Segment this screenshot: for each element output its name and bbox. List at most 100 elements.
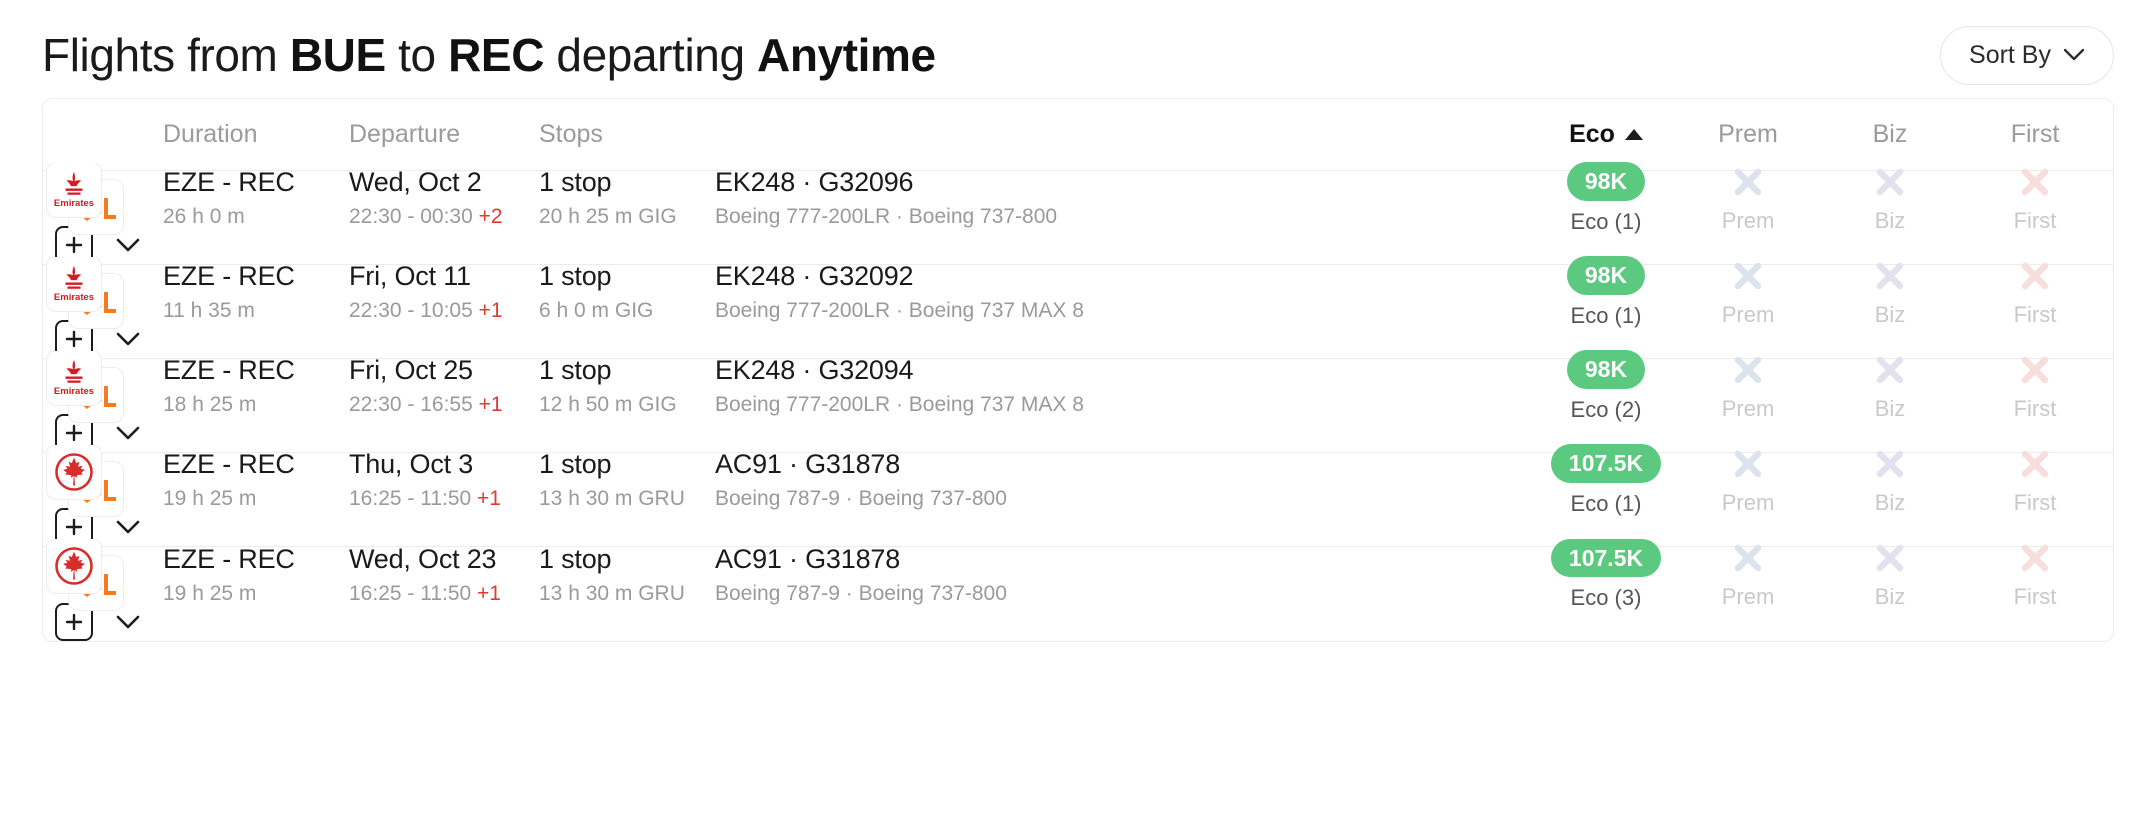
chevron-down-icon[interactable] [115,237,141,253]
aircraft-types: Boeing 777-200LR · Boeing 737 MAX 8 [715,393,1084,417]
aircraft-types: Boeing 787-9 · Boeing 737-800 [715,581,1007,605]
layover-info: 6 h 0 m GIG [539,299,654,323]
aircraft-types: Boeing 777-200LR · Boeing 737 MAX 8 [715,299,1084,323]
unavailable-x-icon [1681,446,1815,482]
biz-fare-cell: Biz [1823,164,1965,234]
chevron-down-icon[interactable] [115,331,141,347]
aircraft-types: Boeing 787-9 · Boeing 737-800 [715,487,1007,511]
flight-details-cell: AC91 · G31878 Boeing 787-9 · Boeing 737-… [715,449,1130,511]
table-row[interactable]: EZE - REC 19 h 25 m Thu, Oct 3 16:25 - 1… [43,444,2113,547]
biz-cabin-label: Biz [1874,489,1906,515]
air-canada-logo [47,539,101,593]
eco-price-badge[interactable]: 107.5K [1550,538,1662,578]
unavailable-x-icon [1681,352,1815,388]
eco-cabin-label: Eco (1) [1570,208,1642,234]
flight-numbers: AC91 · G31878 [715,543,901,574]
first-cabin-label: First [2013,301,2057,327]
page-title-suffix: departing [544,29,758,81]
eco-price-badge[interactable]: 107.5K [1550,444,1662,483]
column-header-biz[interactable]: Biz [1823,120,1965,149]
table-row[interactable]: Emirates EZE - REC 18 h 25 m Fri, Oct 25… [43,350,2113,453]
first-fare-cell: First [1965,446,2113,516]
table-row[interactable]: Emirates EZE - REC 26 h 0 m Wed, Oct 2 2… [43,162,2113,265]
column-header-departure[interactable]: Departure [349,120,539,149]
prem-fare-cell: Prem [1681,540,1823,610]
page-title-origin: BUE [289,29,386,81]
departure-times: 16:25 - 11:50 +1 [349,582,531,606]
departure-plus-days: +2 [478,205,503,229]
biz-fare-cell: Biz [1823,446,1965,516]
air-canada-logo [47,444,101,499]
unavailable-x-icon [1965,164,2105,200]
stops-cell: 1 stop 6 h 0 m GIG [539,261,715,323]
biz-cabin-label: Biz [1874,301,1906,327]
airline-logos: Emirates [43,350,163,423]
prem-cabin-label: Prem [1721,489,1775,515]
departure-times: 22:30 - 00:30 +2 [349,205,531,229]
layover-info: 12 h 50 m GIG [539,393,677,417]
page-title-when: Anytime [757,29,936,81]
eco-price-badge[interactable]: 98K [1566,256,1646,295]
eco-fare-cell[interactable]: 107.5K Eco (3) [1539,538,1681,612]
route-label: EZE - REC [163,167,295,198]
airline-logos: Emirates [43,256,163,329]
unavailable-x-icon [1823,540,1957,576]
eco-price-badge[interactable]: 98K [1566,350,1646,389]
aircraft-types: Boeing 777-200LR · Boeing 737-800 [715,205,1058,229]
departure-plus-days: +1 [477,487,501,511]
unavailable-x-icon [1965,540,2105,576]
unavailable-x-icon [1681,258,1815,294]
departure-time-range: 16:25 - 11:50 [349,581,478,605]
column-header-stops[interactable]: Stops [539,120,715,149]
chevron-down-icon[interactable] [115,519,141,535]
unavailable-x-icon [1823,446,1957,482]
route-duration-cell: EZE - REC 18 h 25 m [163,355,349,417]
eco-fare-cell[interactable]: 98K Eco (1) [1539,162,1681,235]
biz-fare-cell: Biz [1823,258,1965,328]
column-header-prem[interactable]: Prem [1681,120,1823,149]
eco-cabin-label: Eco (1) [1570,302,1642,328]
eco-fare-cell[interactable]: 98K Eco (2) [1539,350,1681,423]
eco-fare-cell[interactable]: 98K Eco (1) [1539,256,1681,329]
eco-price-badge[interactable]: 98K [1566,162,1646,201]
column-header-eco[interactable]: Eco [1539,120,1681,149]
stops-count: 1 stop [539,543,612,574]
first-fare-cell: First [1965,258,2113,328]
stops-count: 1 stop [539,167,612,198]
first-fare-cell: First [1965,540,2113,610]
table-row[interactable]: Emirates EZE - REC 11 h 35 m Fri, Oct 11… [43,256,2113,359]
departure-date: Wed, Oct 23 [349,543,497,574]
prem-fare-cell: Prem [1681,258,1823,328]
chevron-down-icon[interactable] [115,425,141,441]
unavailable-x-icon [1681,164,1815,200]
duration-label: 19 h 25 m [163,581,257,605]
biz-cabin-label: Biz [1874,207,1906,233]
unavailable-x-icon [1965,352,2105,388]
unavailable-x-icon [1965,258,2105,294]
eco-fare-cell[interactable]: 107.5K Eco (1) [1539,444,1681,517]
chevron-down-icon[interactable] [115,614,141,630]
flight-details-cell: EK248 · G32096 Boeing 777-200LR · Boeing… [715,167,1130,229]
table-row[interactable]: EZE - REC 19 h 25 m Wed, Oct 23 16:25 - … [43,538,2113,641]
unavailable-x-icon [1681,540,1815,576]
departure-cell: Wed, Oct 2 22:30 - 00:30 +2 [349,167,539,229]
flight-details-cell: AC91 · G31878 Boeing 787-9 · Boeing 737-… [715,544,1130,606]
prem-fare-cell: Prem [1681,446,1823,516]
stops-count: 1 stop [539,449,612,480]
first-cabin-label: First [2013,207,2057,233]
stops-cell: 1 stop 13 h 30 m GRU [539,544,715,606]
column-header-first[interactable]: First [1965,120,2113,149]
page-title-prefix: Flights from [42,29,290,81]
route-duration-cell: EZE - REC 19 h 25 m [163,449,349,511]
unavailable-x-icon [1965,446,2105,482]
page-title-destination: REC [448,29,545,81]
column-header-eco-label: Eco [1569,120,1615,148]
column-header-duration[interactable]: Duration [163,120,349,149]
duration-label: 19 h 25 m [163,487,257,511]
duration-label: 26 h 0 m [163,205,245,229]
prem-cabin-label: Prem [1721,395,1775,421]
departure-time-range: 22:30 - 00:30 [349,205,479,229]
sort-by-button[interactable]: Sort By [1940,25,2114,85]
first-cabin-label: First [2013,489,2057,515]
route-duration-cell: EZE - REC 11 h 35 m [163,261,349,323]
